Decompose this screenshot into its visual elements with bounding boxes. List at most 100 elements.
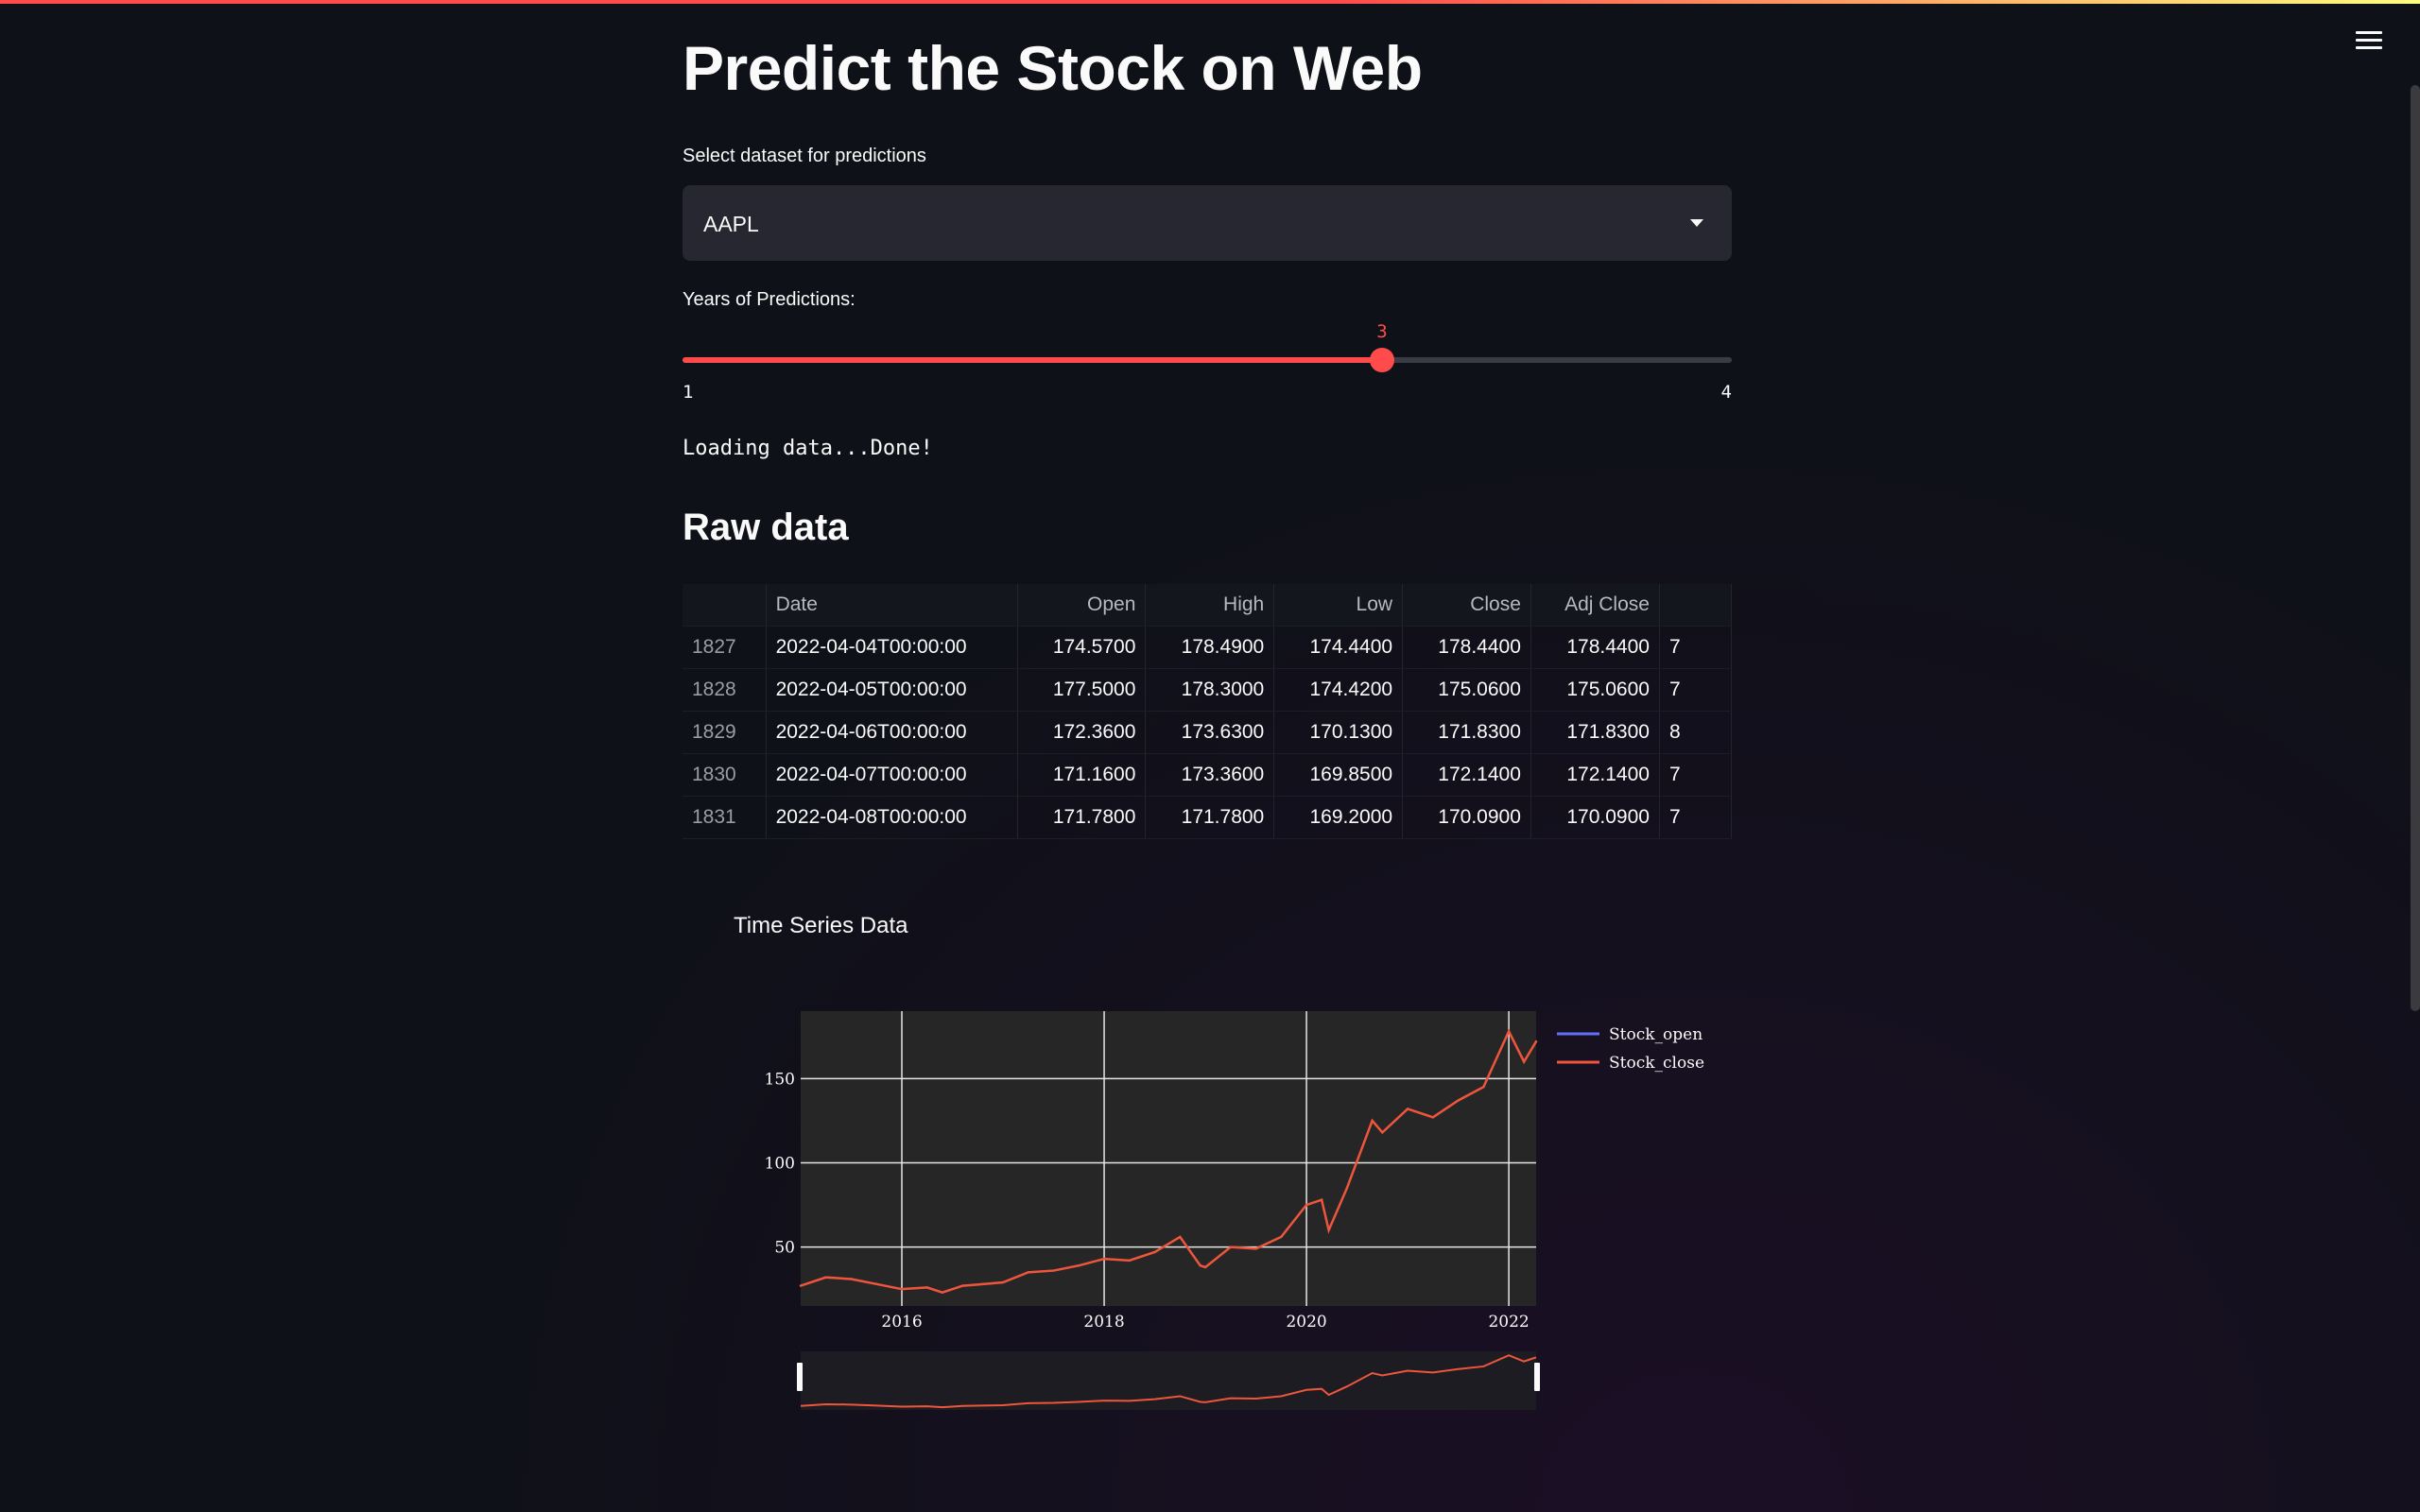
table-cell-volume[interactable]: 7 [1659,626,1732,669]
column-header-date[interactable]: Date [766,584,1018,627]
range-slider-left-handle[interactable] [797,1363,803,1391]
data-point-stock-close[interactable] [1534,1040,1538,1043]
data-point-stock-close[interactable] [1305,1203,1308,1207]
table-cell-volume[interactable]: 7 [1659,753,1732,797]
table-cell-high[interactable]: 173.6300 [1145,711,1275,754]
table-cell-adj-close[interactable]: 172.1400 [1530,753,1660,797]
table-cell-high[interactable]: 178.4900 [1145,626,1275,669]
page-scrollbar[interactable] [2411,85,2420,1011]
table-cell-adj-close[interactable]: 170.0900 [1530,796,1660,839]
table-cell-index[interactable]: 1828 [683,668,767,712]
data-point-stock-close[interactable] [1199,1264,1201,1267]
table-cell-close[interactable]: 172.1400 [1402,753,1531,797]
column-header-adj-close[interactable]: Adj Close [1530,584,1660,627]
data-point-stock-close[interactable] [850,1278,853,1280]
data-point-stock-close[interactable] [1371,1119,1374,1123]
table-cell-adj-close[interactable]: 171.8300 [1530,711,1660,754]
data-point-stock-close[interactable] [1102,1257,1106,1261]
data-point-stock-close[interactable] [824,1276,827,1279]
column-header-index[interactable] [683,584,767,627]
data-point-stock-close[interactable] [1457,1099,1460,1102]
table-cell-date[interactable]: 2022-04-08T00:00:00 [766,796,1018,839]
years-slider[interactable]: 3 1 4 [683,321,1732,425]
table-cell-volume[interactable]: 7 [1659,796,1732,839]
data-point-stock-close[interactable] [875,1282,878,1286]
data-point-stock-close[interactable] [1381,1131,1384,1134]
data-point-stock-close[interactable] [799,1284,803,1287]
table-cell-date[interactable]: 2022-04-04T00:00:00 [766,626,1018,669]
data-point-stock-close[interactable] [1179,1235,1182,1239]
table-cell-volume[interactable]: 7 [1659,668,1732,712]
column-header-open[interactable]: Open [1017,584,1147,627]
data-point-stock-close[interactable] [900,1287,904,1291]
legend-entry[interactable]: Stock_open [1609,1025,1703,1044]
data-point-stock-close[interactable] [1052,1269,1055,1272]
data-point-stock-close[interactable] [1128,1259,1131,1263]
table-cell-adj-close[interactable]: 178.4400 [1530,626,1660,669]
table-cell-high[interactable]: 171.7800 [1145,796,1275,839]
table-cell-high[interactable]: 178.3000 [1145,668,1275,712]
column-header-volume[interactable] [1659,584,1732,627]
table-cell-open[interactable]: 171.1600 [1017,753,1147,797]
table-cell-open[interactable]: 174.5700 [1017,626,1147,669]
data-point-stock-close[interactable] [1001,1280,1005,1284]
main-menu-button[interactable] [2356,26,2382,53]
data-point-stock-close[interactable] [1153,1250,1156,1254]
table-cell-low[interactable]: 170.1300 [1273,711,1404,754]
time-series-chart[interactable]: 50 100 150 2016 2018 2020 2022 Stock_open Stock_… [683,983,1732,1427]
table-cell-date[interactable]: 2022-04-06T00:00:00 [766,711,1018,754]
table-cell-volume[interactable]: 8 [1659,711,1732,754]
table-row[interactable]: 1829 2022-04-06T00:00:00 172.3600 173.63… [683,711,1732,754]
table-row[interactable]: 1831 2022-04-08T00:00:00 171.7800 171.78… [683,796,1732,839]
data-point-stock-close[interactable] [1522,1060,1526,1063]
data-point-stock-close[interactable] [1027,1271,1029,1274]
table-cell-close[interactable]: 171.8300 [1402,711,1531,754]
table-cell-low[interactable]: 174.4400 [1273,626,1404,669]
table-cell-index[interactable]: 1827 [683,626,767,669]
slider-thumb[interactable] [1370,348,1394,372]
table-row[interactable]: 1828 2022-04-05T00:00:00 177.5000 178.30… [683,668,1732,712]
data-point-stock-close[interactable] [1482,1086,1485,1089]
table-cell-date[interactable]: 2022-04-07T00:00:00 [766,753,1018,797]
table-cell-close[interactable]: 175.0600 [1402,668,1531,712]
table-cell-index[interactable]: 1830 [683,753,767,797]
data-point-stock-close[interactable] [1078,1264,1080,1267]
table-cell-high[interactable]: 173.3600 [1145,753,1275,797]
data-point-stock-close[interactable] [1229,1246,1233,1248]
data-point-stock-close[interactable] [1507,1030,1511,1033]
raw-data-table[interactable]: Date Open High Low Close Adj Close 1827 … [683,584,1732,839]
column-header-close[interactable]: Close [1402,584,1531,627]
dataset-select[interactable]: AAPL [683,185,1732,261]
legend-entry[interactable]: Stock_close [1609,1054,1704,1073]
data-point-stock-close[interactable] [1345,1187,1349,1190]
data-point-stock-close[interactable] [1406,1108,1409,1110]
table-cell-index[interactable]: 1829 [683,711,767,754]
table-cell-adj-close[interactable]: 175.0600 [1530,668,1660,712]
data-point-stock-close[interactable] [1254,1247,1257,1250]
data-point-stock-close[interactable] [1320,1198,1323,1201]
table-cell-close[interactable]: 178.4400 [1402,626,1531,669]
table-cell-open[interactable]: 177.5000 [1017,668,1147,712]
range-slider-background[interactable] [801,1351,1536,1410]
data-point-stock-close[interactable] [925,1286,928,1289]
data-point-stock-close[interactable] [961,1284,964,1287]
table-cell-open[interactable]: 171.7800 [1017,796,1147,839]
data-point-stock-close[interactable] [1431,1116,1435,1119]
data-point-stock-close[interactable] [981,1282,984,1286]
data-point-stock-close[interactable] [1203,1265,1207,1269]
scrollbar-thumb[interactable] [2411,85,2420,1011]
table-cell-close[interactable]: 170.0900 [1402,796,1531,839]
column-header-high[interactable]: High [1145,584,1275,627]
data-point-stock-close[interactable] [1327,1228,1330,1231]
range-slider-right-handle[interactable] [1534,1363,1540,1391]
table-cell-low[interactable]: 169.8500 [1273,753,1404,797]
table-cell-open[interactable]: 172.3600 [1017,711,1147,754]
table-cell-date[interactable]: 2022-04-05T00:00:00 [766,668,1018,712]
table-cell-low[interactable]: 174.4200 [1273,668,1404,712]
table-row[interactable]: 1830 2022-04-07T00:00:00 171.1600 173.36… [683,753,1732,797]
data-point-stock-close[interactable] [941,1291,944,1294]
table-cell-low[interactable]: 169.2000 [1273,796,1404,839]
data-point-stock-close[interactable] [1280,1235,1283,1239]
column-header-low[interactable]: Low [1273,584,1404,627]
table-row[interactable]: 1827 2022-04-04T00:00:00 174.5700 178.49… [683,626,1732,669]
